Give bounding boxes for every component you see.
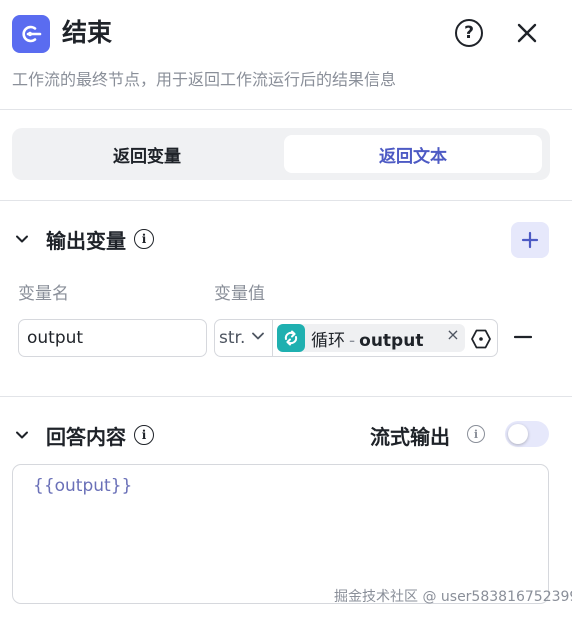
info-icon[interactable]: i (467, 425, 485, 443)
chevron-down-icon (251, 328, 265, 348)
answer-section-header[interactable]: 回答内容 i (12, 420, 154, 450)
page-title: 结束 (62, 18, 113, 47)
variable-reference-tag[interactable]: 循环 - output (277, 324, 465, 352)
watermark: 掘金技术社区 @ user5838167523996 (334, 589, 572, 605)
tab-return-variable[interactable]: 返回变量 (18, 135, 276, 173)
tab-return-text[interactable]: 返回文本 (284, 135, 542, 173)
info-glyph: i (141, 232, 147, 246)
variable-picker-icon[interactable] (469, 327, 493, 351)
loop-icon (277, 324, 305, 352)
answer-content-editor[interactable]: {{output}} (12, 464, 549, 604)
type-select[interactable]: str. (215, 320, 273, 356)
variable-name-input[interactable] (18, 319, 207, 357)
remove-reference-button[interactable]: × (444, 325, 462, 344)
type-select-value: str. (219, 328, 246, 348)
info-glyph: i (473, 427, 479, 441)
minus-icon (514, 335, 532, 339)
stream-output-toggle[interactable] (505, 421, 549, 447)
info-icon[interactable]: i (134, 229, 154, 249)
section-title: 回答内容 (46, 424, 126, 449)
help-glyph: ? (464, 23, 474, 43)
remove-variable-button[interactable] (512, 326, 534, 348)
section-title: 输出变量 (46, 228, 126, 253)
reference-separator: - (349, 330, 356, 351)
close-icon[interactable] (513, 19, 541, 47)
node-description: 工作流的最终节点，用于返回工作流运行后的结果信息 (12, 70, 397, 89)
reference-label: 循环 - output (311, 326, 423, 351)
answer-content-text: {{output}} (33, 476, 133, 496)
divider (0, 200, 572, 201)
add-variable-button[interactable] (511, 222, 549, 258)
chevron-down-icon[interactable] (12, 425, 32, 445)
panel-header: 结束 ? (0, 0, 572, 66)
info-glyph: i (141, 428, 147, 442)
column-label-value: 变量值 (214, 284, 265, 304)
divider (0, 109, 572, 110)
chevron-down-icon[interactable] (12, 229, 32, 249)
stream-output-label: 流式输出 (370, 425, 450, 449)
toggle-knob (508, 424, 528, 444)
exit-node-icon (12, 15, 50, 53)
column-label-name: 变量名 (18, 284, 69, 304)
help-icon[interactable]: ? (455, 19, 483, 47)
info-icon[interactable]: i (134, 425, 154, 445)
output-section-header[interactable]: 输出变量 i (12, 224, 154, 254)
reference-node-name: 循环 (311, 330, 345, 351)
return-mode-switch: 返回变量 返回文本 (12, 128, 550, 180)
reference-variable-name: output (359, 330, 424, 351)
variable-value-field: str. 循环 - output × (214, 319, 498, 357)
plus-icon (521, 231, 539, 249)
divider (0, 396, 572, 397)
